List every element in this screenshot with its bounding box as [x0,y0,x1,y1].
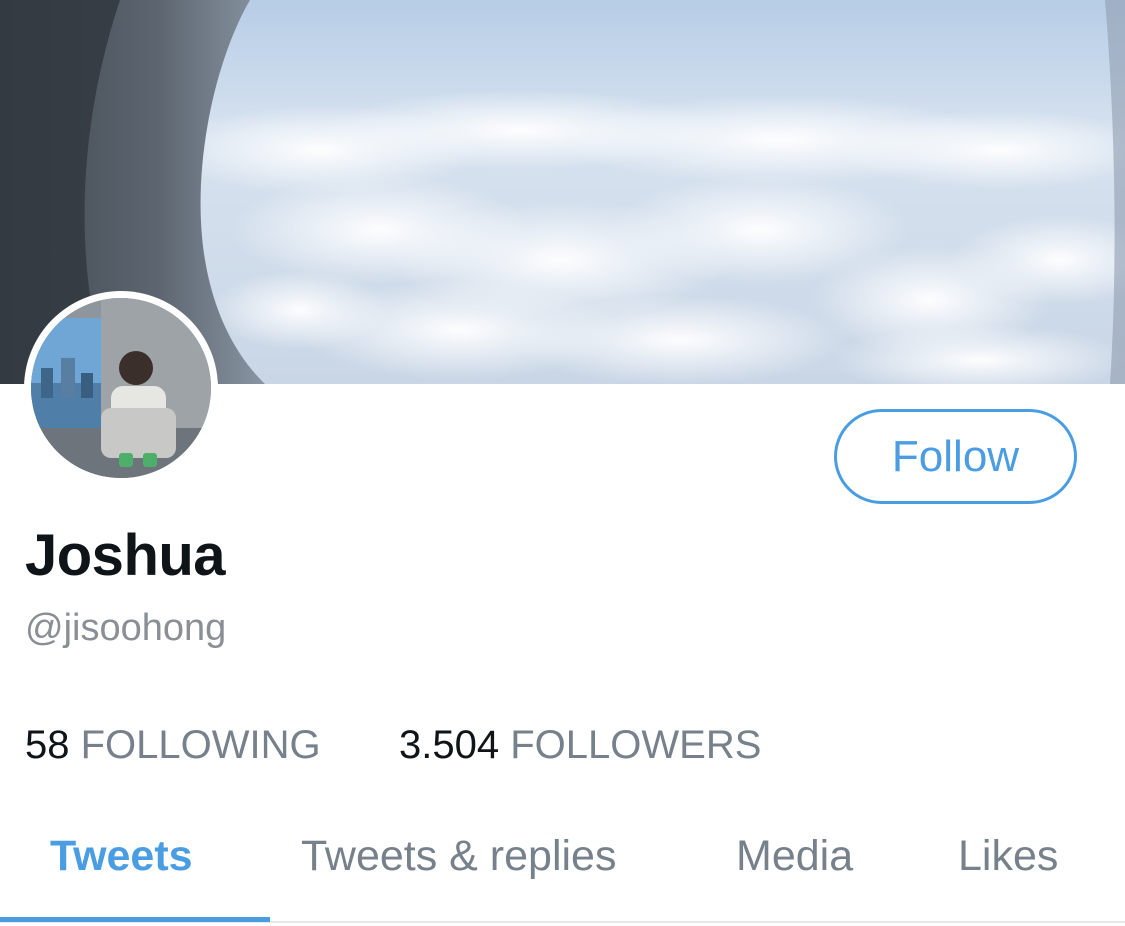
display-name: Joshua [25,523,226,588]
active-tab-indicator [0,917,270,922]
follow-button[interactable]: Follow [834,409,1077,504]
tab-likes[interactable]: Likes [958,832,1058,881]
avatar[interactable] [24,291,218,485]
following-stat[interactable]: 58 FOLLOWING [25,723,321,768]
following-label: FOLLOWING [80,723,321,767]
tab-tweets[interactable]: Tweets [50,832,193,881]
followers-label: FOLLOWERS [510,723,762,767]
tab-media[interactable]: Media [736,832,853,881]
followers-count: 3.504 [399,723,500,767]
profile-page: Follow Joshua @jisoohong 58 FOLLOWING 3.… [0,0,1125,926]
user-handle: @jisoohong [25,607,227,649]
followers-stat[interactable]: 3.504 FOLLOWERS [399,723,761,768]
avatar-image [31,298,211,478]
tab-tweets-and-replies[interactable]: Tweets & replies [301,832,616,881]
profile-tabs: Tweets Tweets & replies Media Likes [0,800,1125,926]
following-count: 58 [25,723,70,767]
